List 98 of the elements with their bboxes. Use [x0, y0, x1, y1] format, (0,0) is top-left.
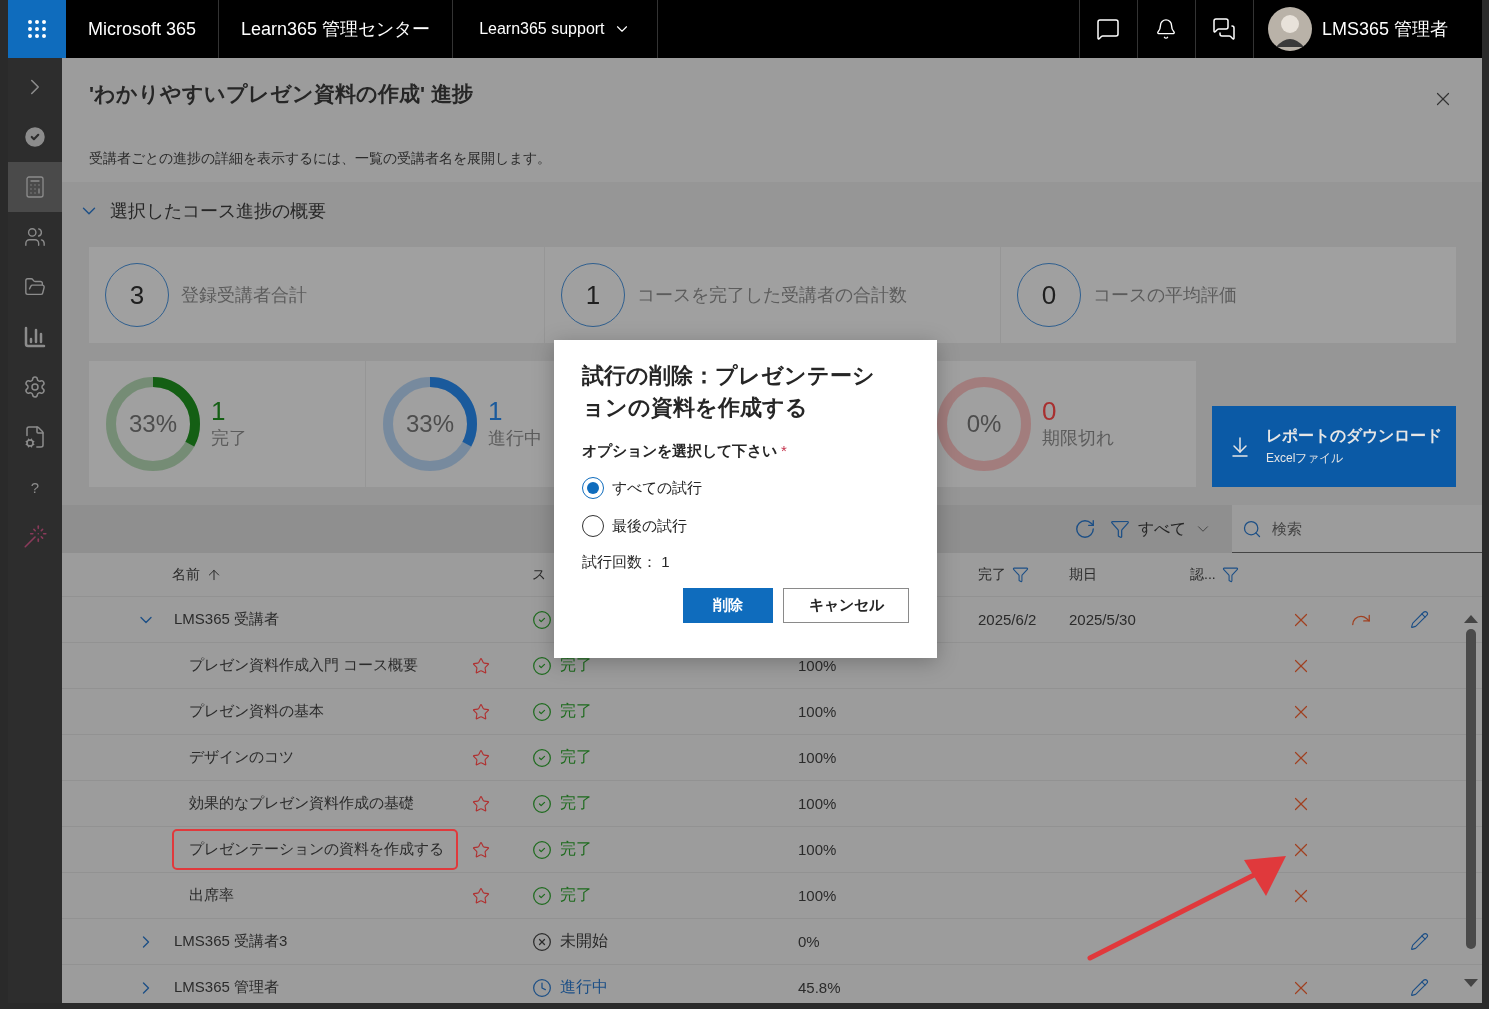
- status-text: 完了: [560, 655, 592, 675]
- check-circle-icon: [532, 885, 552, 906]
- status-text: 進行中: [560, 977, 608, 997]
- app-launcher-button[interactable]: [8, 0, 66, 58]
- column-header[interactable]: 期日: [1069, 565, 1097, 584]
- course-name: プレゼンテーションの資料を作成する: [172, 829, 458, 870]
- status-text: 完了: [560, 701, 592, 721]
- radio-option[interactable]: すべての試行: [582, 477, 909, 499]
- status-text: 完了: [560, 885, 592, 905]
- chat-icon: [1096, 17, 1121, 41]
- magic-wand-icon: [22, 524, 48, 550]
- progress-value: 100%: [798, 887, 838, 904]
- panel-title: 'わかりやすいプレゼン資料の作成' 進捗: [89, 81, 473, 107]
- help-button[interactable]: ?: [8, 462, 62, 512]
- status-text: 完了: [560, 793, 592, 813]
- progress-value: 100%: [798, 795, 838, 812]
- nav-button[interactable]: [8, 162, 62, 212]
- check-circle-icon: [22, 124, 48, 150]
- stat-label: コースの平均評価: [1093, 284, 1237, 307]
- pencil-icon: [1410, 932, 1429, 951]
- progress-value: 100%: [798, 703, 838, 720]
- progress-value: 100%: [798, 657, 838, 674]
- settings-icon: [23, 375, 47, 399]
- dialog-title: 試行の削除：プレゼンテーションの資料を作成する: [582, 362, 876, 422]
- column-header[interactable]: 認...: [1190, 565, 1216, 584]
- stat-label: コースを完了した受講者の合計数: [637, 284, 907, 307]
- course-name: プレゼン資料作成入門 コース概要: [188, 655, 420, 675]
- report-icon: [23, 175, 47, 199]
- bell-icon: [1155, 18, 1178, 40]
- avatar: [1267, 7, 1312, 51]
- progress-value: 0%: [798, 933, 821, 950]
- progress-value: 100%: [798, 841, 838, 858]
- star-icon[interactable]: [472, 794, 490, 813]
- file-gear-icon: [23, 425, 47, 449]
- progress-count: 1: [211, 398, 227, 424]
- donut-percent: 33%: [129, 412, 177, 436]
- course-name: 効果的なプレゼン資料作成の基礎: [188, 793, 415, 813]
- course-name: デザインのコツ: [188, 747, 295, 767]
- filter-dropdown[interactable]: すべて: [1110, 518, 1212, 540]
- column-header[interactable]: 名前: [172, 565, 200, 584]
- panel-description: 受講者ごとの進捗の詳細を表示するには、一覧の受講者名を展開します。: [89, 150, 552, 168]
- progress-count: 0: [1042, 398, 1058, 424]
- x-circle-icon: [532, 931, 552, 952]
- learner-name: LMS365 受講者3: [173, 931, 289, 951]
- filter-icon: [1110, 519, 1130, 539]
- users-icon: [24, 226, 46, 248]
- messages-icon: [1212, 17, 1237, 41]
- folder-icon: [24, 276, 46, 298]
- star-icon[interactable]: [472, 840, 490, 859]
- due-date: 2025/5/30: [1069, 611, 1137, 628]
- delete-button[interactable]: 削除: [683, 588, 773, 623]
- progress-label: 進行中: [488, 427, 542, 450]
- pencil-icon: [1410, 978, 1429, 997]
- pencil-icon: [1410, 610, 1429, 629]
- clock-icon: [532, 977, 552, 998]
- filter-icon[interactable]: [1012, 566, 1029, 583]
- progress-label: 完了: [211, 427, 247, 450]
- learner-name: LMS365 管理者: [173, 977, 281, 997]
- status-text: 未開始: [560, 931, 608, 951]
- check-circle-icon: [532, 747, 552, 768]
- progress-value: 100%: [798, 749, 838, 766]
- donut-percent: 0%: [966, 412, 1002, 436]
- search-icon: [1242, 519, 1262, 539]
- stat-label: 登録受講者合計: [181, 284, 307, 307]
- section-heading: 選択したコース進捗の概要: [110, 200, 326, 223]
- search-field[interactable]: 検索: [1232, 505, 1482, 553]
- learner-name: LMS365 受講者: [173, 609, 281, 629]
- course-name: プレゼン資料の基本: [188, 701, 325, 721]
- refresh-button[interactable]: [1074, 518, 1096, 540]
- check-circle-icon: [532, 609, 552, 630]
- check-circle-icon: [532, 839, 552, 860]
- grid-dots-icon: [25, 17, 49, 41]
- bar-chart-icon: [23, 325, 47, 349]
- radio-option[interactable]: 最後の試行: [582, 515, 909, 537]
- required-mark: *: [781, 442, 787, 461]
- column-header[interactable]: ス: [532, 565, 546, 584]
- progress-label: 期限切れ: [1042, 427, 1114, 450]
- download-report-button[interactable]: レポートのダウンロード Excelファイル: [1212, 406, 1456, 487]
- status-text: 完了: [560, 839, 592, 859]
- star-icon[interactable]: [472, 702, 490, 721]
- filter-icon[interactable]: [1221, 566, 1239, 583]
- status-text: 完了: [560, 747, 592, 767]
- star-icon[interactable]: [472, 748, 490, 767]
- donut-percent: 33%: [406, 412, 454, 436]
- progress-value: 45.8%: [798, 979, 842, 996]
- course-name: 出席率: [188, 885, 235, 905]
- attempt-count: 試行回数： 1: [582, 553, 671, 572]
- refresh-icon: [1074, 518, 1096, 540]
- completed-date: 2025/6/2: [978, 611, 1038, 628]
- star-icon[interactable]: [472, 656, 490, 675]
- star-icon[interactable]: [472, 886, 490, 905]
- column-header[interactable]: 完了: [978, 565, 1006, 584]
- option-prompt: オプションを選択して下さい: [582, 442, 777, 461]
- cancel-button[interactable]: キャンセル: [783, 588, 909, 623]
- check-circle-icon: [532, 793, 552, 814]
- check-circle-icon: [532, 701, 552, 722]
- check-circle-icon: [532, 655, 552, 676]
- progress-count: 1: [488, 398, 504, 424]
